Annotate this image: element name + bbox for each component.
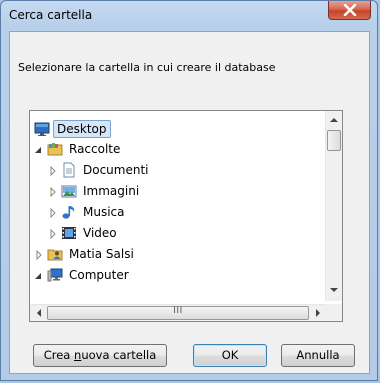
new-folder-button[interactable]: Crea nuova cartella [33,344,167,367]
video-icon [61,225,77,241]
scroll-right-arrow-icon[interactable] [315,309,321,317]
tree-item-documenti[interactable]: Documenti [48,160,152,180]
tree-item-label: Video [83,226,117,240]
dialog-title: Cerca cartella [9,8,93,22]
folder-tree[interactable]: Desktop Raccolte Documenti Immagini Musi… [29,110,343,322]
tree-item-label: Desktop [53,120,111,138]
expanded-arrow-icon[interactable] [34,144,44,154]
horizontal-scrollbar[interactable]: III [30,304,326,321]
pictures-icon [61,183,77,199]
title-bar[interactable]: Cerca cartella [1,1,377,31]
close-icon [343,4,357,16]
tree-item-label: Immagini [83,184,140,198]
instruction-text: Selezionare la cartella in cui creare il… [18,61,276,74]
scroll-corner [325,304,342,321]
new-folder-label-end: uova cartella [81,348,157,362]
tree-item-label: Musica [83,205,125,219]
collapsed-arrow-icon[interactable] [34,249,44,261]
tree-item-video[interactable]: Video [48,223,120,243]
tree-item-label: Documenti [83,163,149,177]
tree-item-matia-salsi[interactable]: Matia Salsi [34,244,137,264]
desktop-icon [34,121,50,137]
computer-icon [47,267,63,283]
expanded-arrow-icon[interactable] [34,270,44,280]
vertical-scroll-thumb[interactable] [327,130,341,151]
music-icon [61,204,77,220]
scroll-left-arrow-icon[interactable] [36,309,42,317]
new-folder-label-start: Crea [43,348,75,362]
collapsed-arrow-icon[interactable] [48,207,58,219]
ok-button[interactable]: OK [193,344,267,367]
scroll-down-arrow-icon[interactable] [330,287,338,293]
cancel-button[interactable]: Annulla [281,344,355,367]
documents-icon [61,162,77,178]
collapsed-arrow-icon[interactable] [48,228,58,240]
tree-item-musica[interactable]: Musica [48,202,128,222]
tree-item-desktop[interactable]: Desktop [34,119,111,139]
tree-item-label: Raccolte [69,142,121,156]
user-folder-icon [47,246,63,262]
tree-item-raccolte[interactable]: Raccolte [34,139,123,159]
collapsed-arrow-icon[interactable] [48,165,58,177]
tree-item-label: Matia Salsi [69,247,134,261]
vertical-scrollbar[interactable] [325,111,342,301]
scroll-grip-marks: III [173,306,183,316]
tree-item-immagini[interactable]: Immagini [48,181,142,201]
scroll-up-arrow-icon[interactable] [330,117,338,123]
horizontal-scroll-thumb[interactable]: III [47,306,309,320]
tree-item-label: Computer [69,268,129,282]
collapsed-arrow-icon[interactable] [48,186,58,198]
tree-item-computer[interactable]: Computer [34,265,132,285]
libraries-icon [47,141,63,157]
close-button[interactable] [328,1,371,20]
